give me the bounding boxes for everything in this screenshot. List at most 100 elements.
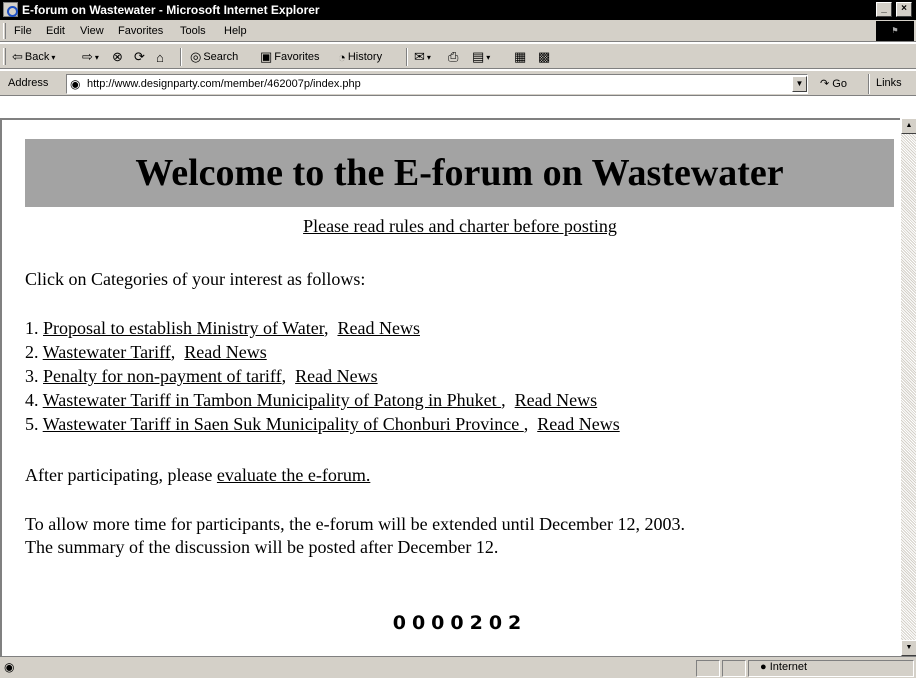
address-label: Address [8, 77, 49, 89]
category-number: 3. [25, 366, 39, 386]
toolbar-grip[interactable] [3, 48, 6, 65]
home-button[interactable]: ⌂ [156, 48, 164, 66]
globe-icon: ● [760, 661, 767, 673]
word-icon: ▤ [472, 49, 485, 64]
menu-edit[interactable]: Edit [46, 25, 65, 37]
category-number: 5. [25, 414, 39, 434]
minimize-button[interactable]: _ [876, 2, 892, 17]
favorites-icon: ▣ [260, 49, 273, 64]
menu-view[interactable]: View [80, 25, 104, 37]
address-dropdown-icon[interactable]: ▼ [792, 76, 807, 92]
messenger-icon: ▩ [538, 49, 551, 64]
zone-indicator: ● Internet [760, 661, 807, 673]
welcome-banner: Welcome to the E-forum on Wastewater [25, 139, 894, 207]
menu-favorites[interactable]: Favorites [118, 25, 163, 37]
rules-charter-link[interactable]: Please read rules and charter before pos… [303, 216, 617, 236]
refresh-button[interactable]: ⟳ [134, 48, 145, 66]
read-news-link-4[interactable]: Read News [515, 390, 597, 410]
address-input[interactable]: ◉ http://www.designparty.com/member/4620… [66, 74, 808, 94]
back-dropdown-icon[interactable]: ▾ [51, 53, 55, 62]
messenger-button[interactable]: ▩ [538, 48, 550, 66]
read-news-link-3[interactable]: Read News [295, 366, 377, 386]
menu-file[interactable]: File [14, 25, 32, 37]
ie-icon[interactable] [3, 2, 18, 17]
search-label: Search [203, 51, 239, 63]
category-number: 4. [25, 390, 39, 410]
stop-icon: ⊗ [112, 49, 123, 64]
summary-notice: The summary of the discussion will be po… [25, 537, 499, 557]
history-label: History [347, 51, 383, 63]
forward-button[interactable]: ⇨ ▾ [82, 48, 99, 66]
toolbar-separator [180, 48, 182, 66]
intro-text: Click on Categories of your interest as … [25, 269, 366, 289]
back-label: Back [24, 51, 50, 63]
history-button[interactable]: ◔ History [338, 48, 382, 66]
address-url[interactable]: http://www.designparty.com/member/462007… [87, 78, 361, 90]
go-button[interactable]: ↷ Go [820, 77, 847, 90]
read-news-link-1[interactable]: Read News [337, 318, 419, 338]
category-item-4: 4. Wastewater Tariff in Tambon Municipal… [25, 389, 597, 411]
scroll-down-icon[interactable]: ▼ [901, 640, 916, 656]
search-button[interactable]: ◎ Search [190, 48, 238, 66]
category-separator: , [523, 414, 529, 434]
category-separator: , [323, 318, 329, 338]
page-icon: ◉ [70, 77, 81, 91]
menu-bar: File Edit View Favorites Tools Help ⚑ [0, 20, 916, 42]
category-link-saen-suk-tariff[interactable]: Wastewater Tariff in Saen Suk Municipali… [43, 414, 524, 434]
discuss-button[interactable]: ▦ [514, 48, 526, 66]
category-number: 2. [25, 342, 39, 362]
menu-grip[interactable] [3, 23, 6, 39]
category-separator: , [501, 390, 506, 410]
favorites-label: Favorites [274, 51, 320, 63]
scroll-up-icon[interactable]: ▲ [901, 118, 916, 134]
status-pane [722, 660, 746, 677]
standard-toolbar: ⇦ Back ▾ ⇨ ▾ ⊗ ⟳ ⌂ ◎ Search ▣ Favorites … [0, 43, 916, 69]
favorites-button[interactable]: ▣ Favorites [260, 48, 320, 66]
home-icon: ⌂ [156, 49, 164, 65]
edit-word-button[interactable]: ▤ ▾ [472, 48, 490, 66]
forward-arrow-icon: ⇨ [82, 49, 93, 64]
zone-label: Internet [769, 661, 808, 673]
menu-help[interactable]: Help [224, 25, 247, 37]
hit-counter: 0000202 [392, 612, 528, 634]
mail-button[interactable]: ✉ ▾ [414, 48, 431, 66]
menu-tools[interactable]: Tools [180, 25, 206, 37]
close-button[interactable]: × [896, 2, 912, 17]
category-separator: , [281, 366, 287, 386]
scroll-track[interactable] [901, 134, 916, 640]
category-link-wastewater-tariff[interactable]: Wastewater Tariff [43, 342, 171, 362]
evaluate-prefix: After participating, please [25, 465, 213, 485]
category-item-3: 3. Penalty for non-payment of tariff, Re… [25, 365, 378, 387]
evaluate-forum-link[interactable]: evaluate the e-forum. [217, 465, 370, 485]
read-news-link-5[interactable]: Read News [537, 414, 619, 434]
category-link-ministry-of-water[interactable]: Proposal to establish Ministry of Water [43, 318, 324, 338]
print-icon: ⎙ [448, 49, 459, 64]
status-pane [696, 660, 720, 677]
back-button[interactable]: ⇦ Back ▾ [12, 48, 55, 66]
history-icon: ◔ [338, 49, 346, 65]
go-arrow-icon: ↷ [820, 78, 830, 90]
category-link-patong-tariff[interactable]: Wastewater Tariff in Tambon Municipality… [43, 390, 501, 410]
rules-line: Please read rules and charter before pos… [2, 216, 900, 237]
page-status-icon: ◉ [4, 660, 15, 674]
title-bar: E-forum on Wastewater - Microsoft Intern… [0, 0, 916, 20]
window-title: E-forum on Wastewater - Microsoft Intern… [22, 3, 320, 17]
read-news-link-2[interactable]: Read News [184, 342, 266, 362]
category-link-penalty[interactable]: Penalty for non-payment of tariff [43, 366, 282, 386]
edit-dropdown-icon[interactable]: ▾ [486, 53, 490, 62]
address-separator [868, 74, 870, 94]
vertical-scrollbar[interactable]: ▲ ▼ [900, 118, 916, 656]
links-button[interactable]: Links [876, 77, 902, 89]
mail-icon: ✉ [414, 49, 425, 64]
extension-notice: To allow more time for participants, the… [25, 514, 686, 534]
category-item-1: 1. Proposal to establish Ministry of Wat… [25, 317, 420, 339]
stop-button[interactable]: ⊗ [112, 48, 123, 66]
address-bar: Address ◉ http://www.designparty.com/mem… [0, 70, 916, 96]
print-button[interactable]: ⎙ [448, 48, 458, 66]
mail-dropdown-icon[interactable]: ▾ [427, 53, 431, 62]
back-arrow-icon: ⇦ [12, 49, 23, 64]
evaluate-line: After participating, please evaluate the… [25, 464, 370, 486]
category-item-5: 5. Wastewater Tariff in Saen Suk Municip… [25, 413, 620, 435]
forward-dropdown-icon[interactable]: ▾ [95, 53, 99, 62]
category-item-2: 2. Wastewater Tariff, Read News [25, 341, 267, 363]
